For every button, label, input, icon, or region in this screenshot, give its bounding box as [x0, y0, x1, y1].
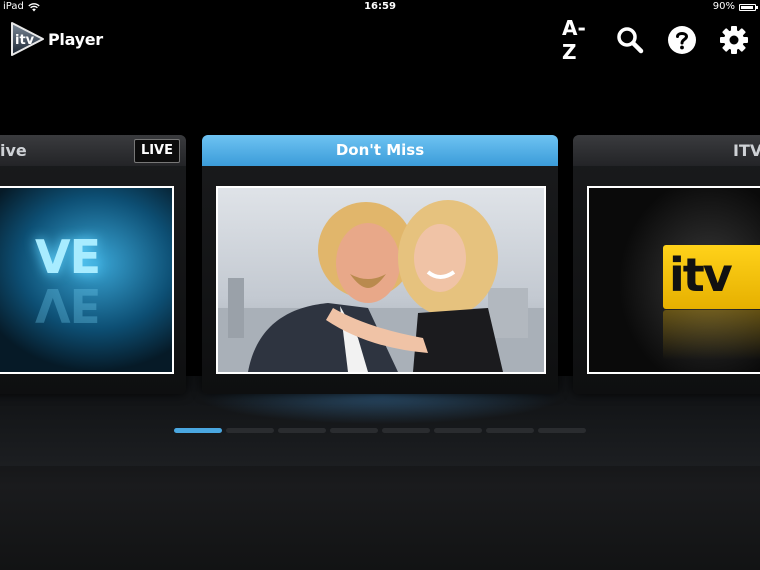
battery-percent: 90%: [712, 1, 735, 12]
help-button[interactable]: [666, 24, 698, 56]
pager-dot[interactable]: [434, 428, 482, 433]
carousel-card-live[interactable]: ive LIVE VE VE: [0, 135, 186, 394]
ipad-screen: iPad 16:59 90% itv Player A-Z ive LIVE V…: [0, 0, 760, 570]
search-button[interactable]: [614, 24, 646, 56]
battery-icon: [739, 3, 758, 11]
card-title-itv: ITV: [733, 141, 760, 160]
pager-dot[interactable]: [538, 428, 586, 433]
search-icon: [617, 27, 644, 54]
itv-thumbnail: itv: [587, 186, 760, 374]
itv-yellow-logo: itv: [663, 245, 760, 309]
dont-miss-thumbnail: [216, 186, 546, 374]
pager-dot[interactable]: [382, 428, 430, 433]
status-right: 90%: [712, 0, 758, 14]
pager-dot[interactable]: [174, 428, 222, 433]
help-icon: [668, 26, 696, 54]
carousel-card-dont-miss[interactable]: Don't Miss: [202, 135, 558, 394]
pager-dot[interactable]: [330, 428, 378, 433]
pager-dot[interactable]: [278, 428, 326, 433]
card-header-live: ive LIVE: [0, 135, 186, 166]
carousel-stage: ive LIVE VE VE Don't Miss ITV itv: [0, 66, 760, 570]
status-time: 16:59: [364, 1, 396, 12]
card-title-dont-miss: Don't Miss: [335, 141, 425, 159]
itv-logo-icon: itv: [11, 22, 44, 56]
gear-icon: [720, 26, 748, 54]
carousel-pager: [174, 428, 586, 433]
itv-yellow-logo-text: itv: [669, 248, 733, 302]
az-button[interactable]: A-Z: [562, 16, 594, 64]
live-thumb-reflection: VE: [35, 278, 101, 332]
settings-button[interactable]: [718, 24, 750, 56]
card-header-dont-miss: Don't Miss: [202, 135, 558, 166]
top-bar: itv Player A-Z: [0, 14, 760, 66]
battery-fill: [741, 5, 753, 9]
nav-icons: A-Z: [562, 16, 750, 64]
live-thumbnail: VE VE: [0, 186, 174, 374]
az-label: A-Z: [562, 16, 586, 64]
pager-dot[interactable]: [486, 428, 534, 433]
logo-text: Player: [48, 29, 103, 49]
itv-player-logo[interactable]: itv Player: [8, 20, 103, 58]
pager-dot[interactable]: [226, 428, 274, 433]
live-badge: LIVE: [133, 139, 180, 163]
carousel-card-itv[interactable]: ITV itv: [573, 135, 760, 394]
card-header-itv: ITV: [573, 135, 760, 166]
live-thumb-text: VE: [35, 230, 101, 284]
status-bar: iPad 16:59 90%: [0, 0, 760, 14]
dont-miss-photo: [218, 200, 544, 372]
logo-badge-text: itv: [15, 33, 35, 48]
itv-logo-reflection: [663, 310, 760, 360]
card-title-live: ive: [0, 141, 27, 160]
